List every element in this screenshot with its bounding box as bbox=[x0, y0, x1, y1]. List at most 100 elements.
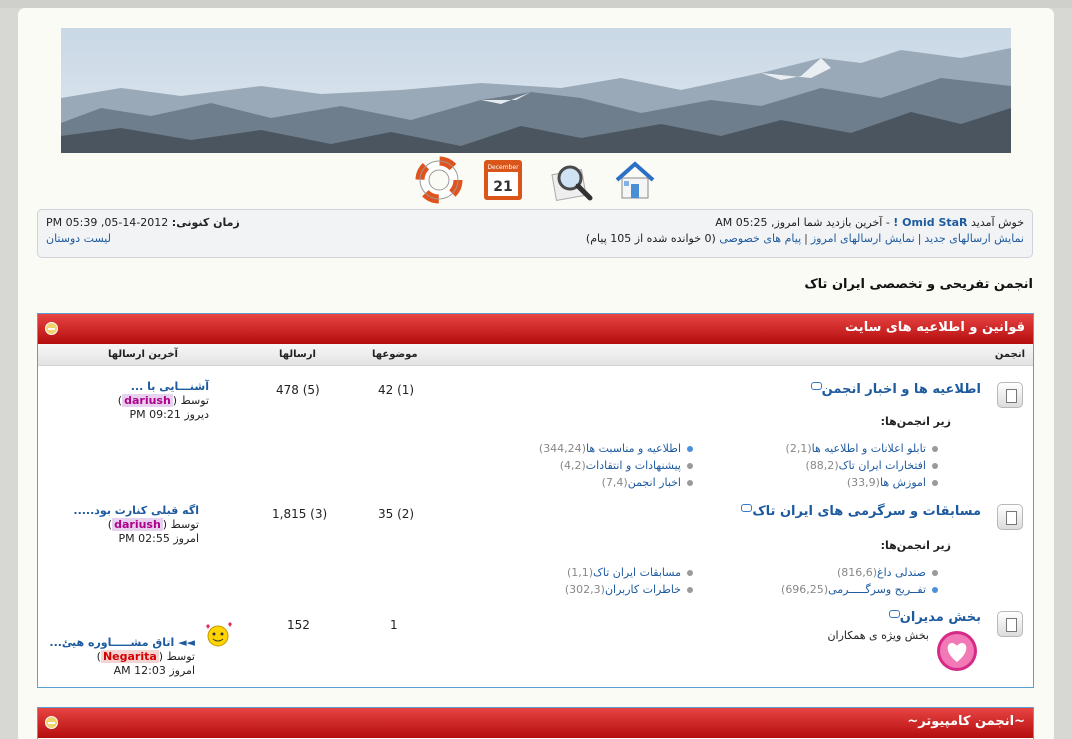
subforum-name: اخبار انجمن bbox=[627, 476, 681, 489]
new-posts-link[interactable]: نمایش ارسالهای جدید bbox=[924, 232, 1024, 245]
forum-status-icon bbox=[997, 382, 1023, 408]
forum-name: اطلاعیه ها و اخبار انجمن bbox=[821, 382, 981, 397]
col-posts: ارسالها bbox=[279, 349, 316, 360]
subforum-name: تفــریح وسرگـــــرمی bbox=[828, 583, 926, 596]
last-post-by: توسط bbox=[170, 518, 199, 531]
last-post-title[interactable]: آشنـــایی با ... bbox=[131, 380, 209, 393]
forum-name: بخش مدیران bbox=[899, 610, 981, 625]
subforum-name: مسابقات ایران تاک bbox=[593, 566, 681, 579]
subforum-name: صندلی داغ bbox=[877, 566, 926, 579]
subforum-count: (7,4) bbox=[601, 476, 628, 489]
last-post: ◄◄ اتاق مشـــــاوره هیئ... توسط (Negarit… bbox=[49, 636, 195, 677]
bullet-icon bbox=[687, 463, 693, 469]
posts-count: 1,815 (3) bbox=[272, 507, 328, 521]
top-strip bbox=[0, 0, 1072, 8]
column-header: انجمن موضوعها ارسالها آخرین ارسالها bbox=[38, 344, 1033, 366]
category-header[interactable]: قوانین و اطلاعیه های سایت bbox=[38, 314, 1033, 344]
forum-status-icon bbox=[997, 504, 1023, 530]
category-title: قوانین و اطلاعیه های سایت bbox=[845, 320, 1025, 335]
col-topics: موضوعها bbox=[372, 349, 418, 360]
bullet-icon bbox=[687, 587, 693, 593]
bullet-icon bbox=[687, 480, 693, 486]
friends-list-link[interactable]: لیست دوستان bbox=[46, 232, 111, 245]
subforum-link[interactable]: مسابقات ایران تاک(1,1) bbox=[567, 566, 693, 579]
subforums-label: زیر انجمن‌ها: bbox=[880, 539, 951, 552]
speech-bubble-icon bbox=[810, 382, 822, 390]
pm-status-text: (0 خوانده شده از 105 پیام) bbox=[585, 232, 716, 245]
home-icon[interactable] bbox=[611, 156, 659, 204]
posts-count: 478 (5) bbox=[276, 383, 320, 397]
subforum-name: اموزش ها bbox=[879, 476, 926, 489]
subforum-link[interactable]: اخبار انجمن(7,4) bbox=[602, 476, 693, 489]
category-computer: ~انجمن کامپیوتر~ bbox=[37, 707, 1034, 739]
last-post-title[interactable]: ◄◄ اتاق مشـــــاوره هیئ... bbox=[49, 636, 195, 649]
category-title: ~انجمن کامپیوتر~ bbox=[907, 714, 1025, 729]
subforum-link[interactable]: تابلو اعلانات و اطلاعیه ها(2,1) bbox=[786, 442, 938, 455]
page-container: December 21 خوش آمدید Omid StaR ! - آخری… bbox=[18, 8, 1054, 739]
current-time-value: 2012-14-05, 05:39 PM bbox=[46, 216, 169, 229]
last-post-by: توسط bbox=[166, 650, 195, 663]
posts-count: 152 bbox=[287, 618, 310, 632]
category-announcements: قوانین و اطلاعیه های سایت انجمن موضوعها … bbox=[37, 313, 1034, 688]
subforums-label: زیر انجمن‌ها: bbox=[880, 415, 951, 428]
last-post-user[interactable]: dariush bbox=[112, 518, 163, 531]
subforum-count: (4,2) bbox=[559, 459, 586, 472]
last-post-time: دیروز 09:21 PM bbox=[129, 408, 209, 421]
last-post-title[interactable]: اگه قبلی کنارت بود..... bbox=[73, 504, 199, 517]
smiley-icon bbox=[202, 620, 236, 651]
speech-bubble-icon bbox=[888, 610, 900, 618]
speech-bubble-icon bbox=[741, 504, 753, 512]
forum-title: انجمن تفریحی و تخصصی ایران تاک bbox=[804, 277, 1033, 292]
forum-link[interactable]: بخش مدیران bbox=[887, 610, 981, 625]
collapse-icon[interactable] bbox=[45, 322, 58, 335]
calendar-day: 21 bbox=[493, 179, 512, 195]
search-icon[interactable] bbox=[548, 156, 596, 204]
subforum-link[interactable]: اطلاعیه و مناسبت ها(344,24) bbox=[539, 442, 693, 455]
subforum-count: (2,1) bbox=[785, 442, 812, 455]
subforum-link[interactable]: تفــریح وسرگـــــرمی(696,25) bbox=[781, 583, 938, 596]
subforum-name: افتخارات ایران تاک bbox=[838, 459, 926, 472]
subforum-link[interactable]: اموزش ها(33,9) bbox=[847, 476, 938, 489]
subforum-name: اطلاعیه و مناسبت ها bbox=[585, 442, 681, 455]
subforum-name: پیشنهادات و انتقادات bbox=[585, 459, 681, 472]
username-link[interactable]: Omid StaR ! bbox=[893, 216, 967, 229]
new-bullet-icon bbox=[932, 587, 938, 593]
subforum-count: (816,6) bbox=[836, 566, 878, 579]
bullet-icon bbox=[687, 570, 693, 576]
last-post: آشنـــایی با ... توسط (dariush) دیروز 09… bbox=[117, 380, 209, 421]
new-bullet-icon bbox=[687, 446, 693, 452]
private-messages-link[interactable]: پیام های خصوصی bbox=[719, 232, 801, 245]
todays-posts-link[interactable]: نمایش ارسالهای امروز bbox=[811, 232, 915, 245]
subforum-link[interactable]: پیشنهادات و انتقادات(4,2) bbox=[560, 459, 693, 472]
last-visit-text: - آخرین بازدید شما امروز, 05:25 AM bbox=[715, 216, 890, 229]
forum-link[interactable]: مسابقات و سرگرمی های ایران تاک bbox=[739, 504, 981, 519]
subforum-link[interactable]: صندلی داغ(816,6) bbox=[837, 566, 938, 579]
last-post-user[interactable]: Negarita bbox=[100, 650, 159, 663]
last-post-user[interactable]: dariush bbox=[122, 394, 173, 407]
category-header[interactable]: ~انجمن کامپیوتر~ bbox=[38, 708, 1033, 738]
forum-description: بخش ویژه ی همکاران bbox=[827, 629, 929, 642]
separator: | bbox=[917, 232, 922, 245]
forum-name: مسابقات و سرگرمی های ایران تاک bbox=[752, 504, 981, 519]
forum-heart-icon bbox=[935, 629, 979, 676]
nav-icons: December 21 bbox=[18, 156, 1054, 206]
col-forum: انجمن bbox=[994, 349, 1025, 360]
subforum-count: (33,9) bbox=[846, 476, 880, 489]
help-icon[interactable] bbox=[415, 156, 463, 204]
last-post: اگه قبلی کنارت بود..... توسط (dariush) ا… bbox=[73, 504, 199, 545]
calendar-icon[interactable]: December 21 bbox=[480, 156, 528, 204]
current-time-label: زمان کنونی: bbox=[171, 216, 240, 229]
subforum-link[interactable]: افتخارات ایران تاک(88,2) bbox=[806, 459, 938, 472]
forum-status-icon bbox=[997, 611, 1023, 637]
forum-link[interactable]: اطلاعیه ها و اخبار انجمن bbox=[809, 382, 981, 397]
subforum-count: (344,24) bbox=[538, 442, 586, 455]
subforum-link[interactable]: خاطرات کاربران(302,3) bbox=[565, 583, 693, 596]
subforum-count: (88,2) bbox=[805, 459, 839, 472]
bullet-icon bbox=[932, 480, 938, 486]
topics-count: 1 bbox=[390, 618, 398, 632]
subforum-count: (696,25) bbox=[781, 583, 829, 596]
header-banner bbox=[61, 28, 1011, 153]
collapse-icon[interactable] bbox=[45, 716, 58, 729]
topics-count: 35 (2) bbox=[378, 507, 415, 521]
separator: | bbox=[804, 232, 808, 245]
